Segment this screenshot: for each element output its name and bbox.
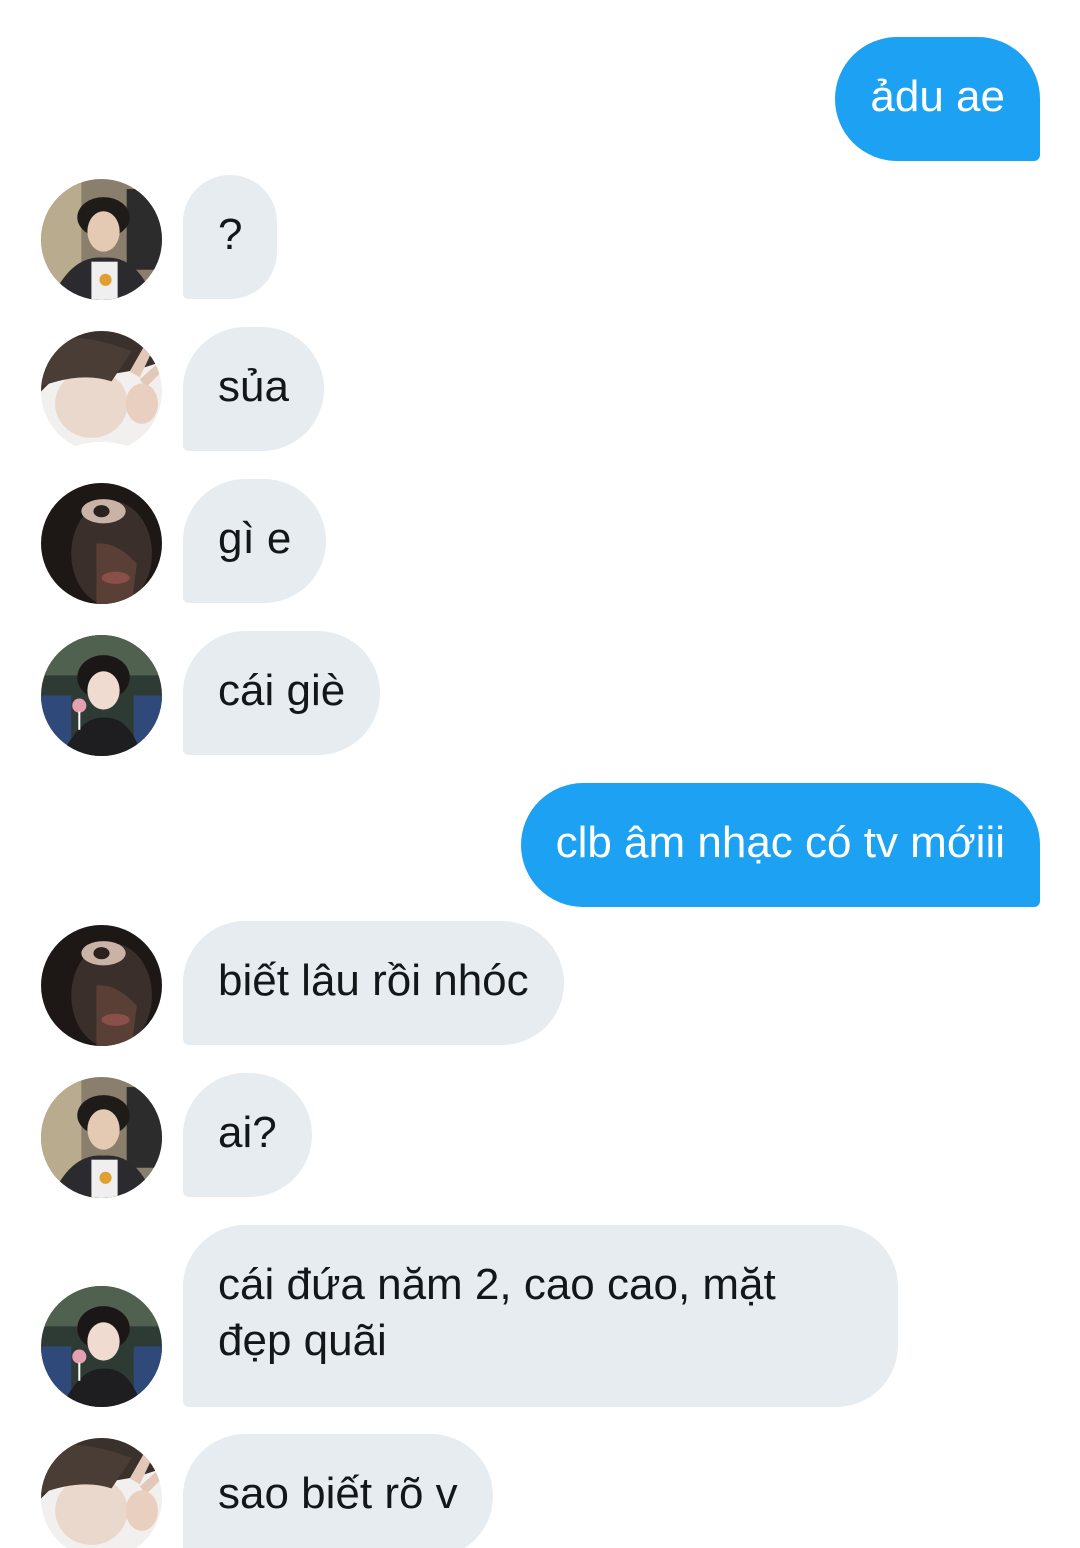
received-message-bubble[interactable]: sao biết rõ v bbox=[183, 1434, 493, 1548]
avatar-image bbox=[41, 635, 162, 756]
avatar-peace-sign[interactable] bbox=[41, 1438, 162, 1548]
received-message-bubble[interactable]: biết lâu rồi nhóc bbox=[183, 921, 564, 1045]
chat-thread: ảdu ae ? sủa gì e cái giè clb âm nhạc có… bbox=[0, 0, 1080, 1548]
avatar-hooded-closeup[interactable] bbox=[41, 925, 162, 1046]
sent-message-bubble[interactable]: clb âm nhạc có tv mớiii bbox=[520, 783, 1040, 907]
received-message-bubble[interactable]: sủa bbox=[183, 327, 324, 451]
avatar-image bbox=[41, 1438, 162, 1548]
avatar-jacket-selfie[interactable] bbox=[41, 179, 162, 300]
avatar-image bbox=[41, 1286, 162, 1407]
avatar-train-lollipop[interactable] bbox=[41, 635, 162, 756]
avatar-jacket-selfie[interactable] bbox=[41, 1077, 162, 1198]
received-message-bubble[interactable]: gì e bbox=[183, 479, 327, 603]
sent-message-bubble[interactable]: ảdu ae bbox=[835, 37, 1040, 161]
avatar-hooded-closeup[interactable] bbox=[41, 483, 162, 604]
received-message-bubble[interactable]: ai? bbox=[183, 1073, 312, 1197]
avatar-image bbox=[41, 179, 162, 300]
received-message-bubble[interactable]: cái đứa năm 2, cao cao, mặt đẹp quãi bbox=[183, 1225, 898, 1407]
avatar-image bbox=[41, 925, 162, 1046]
received-message-bubble[interactable]: cái giè bbox=[183, 631, 381, 755]
avatar-peace-sign[interactable] bbox=[41, 331, 162, 452]
avatar-image bbox=[41, 331, 162, 452]
avatar-image bbox=[41, 1077, 162, 1198]
avatar-train-lollipop[interactable] bbox=[41, 1286, 162, 1407]
avatar-image bbox=[41, 483, 162, 604]
received-message-bubble[interactable]: ? bbox=[183, 175, 278, 299]
